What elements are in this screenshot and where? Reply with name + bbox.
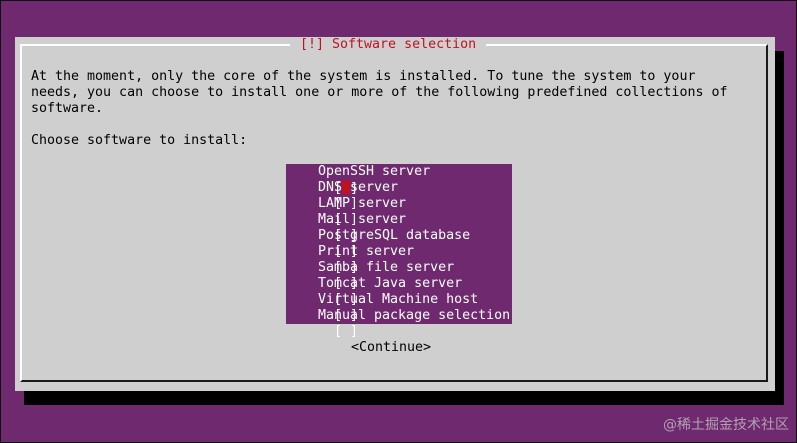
list-item-manual-package-selection[interactable]: [ ] Manual package selection <box>286 308 510 339</box>
list-item-postgresql-database[interactable]: [ ] PostgreSQL database <box>286 228 470 259</box>
continue-button[interactable]: <Continue> <box>351 340 431 356</box>
list-item-tomcat-java-server[interactable]: [ ] Tomcat Java server <box>286 276 462 307</box>
list-item-openssh-server[interactable]: [] OpenSSH server <box>286 164 430 196</box>
list-item-samba-file-server[interactable]: [ ] Samba file server <box>286 260 454 291</box>
list-item-mail-server[interactable]: [ ] Mail server <box>286 212 406 243</box>
dialog-title: [!] Software selection <box>290 37 487 53</box>
list-item-label: Manual package selection <box>318 308 511 323</box>
watermark: @稀土掘金技术社区 <box>663 417 789 433</box>
checkbox[interactable]: [ ] <box>334 324 358 340</box>
list-item-dns-server[interactable]: [ ] DNS server <box>286 180 398 211</box>
list-item-label: OpenSSH server <box>318 164 431 179</box>
choose-software-prompt: Choose software to install: <box>31 133 248 148</box>
list-item-label: Samba file server <box>318 260 455 275</box>
list-item-print-server[interactable]: [ ] Print server <box>286 244 414 275</box>
list-item-label: Print server <box>318 244 415 259</box>
list-item-label: LAMP server <box>318 196 407 211</box>
description-line-1: At the moment, only the core of the syst… <box>31 69 696 84</box>
list-item-virtual-machine-host[interactable]: [ ] Virtual Machine host <box>286 292 478 323</box>
list-item-label: Tomcat Java server <box>318 276 463 291</box>
list-item-label: Mail server <box>318 212 407 227</box>
list-item-label: DNS server <box>318 180 399 195</box>
list-item-lamp-server[interactable]: [ ] LAMP server <box>286 196 406 227</box>
description-line-3: software. <box>31 101 104 116</box>
list-item-label: Virtual Machine host <box>318 292 479 307</box>
software-selection-dialog: [!] Software selection At the moment, on… <box>15 37 775 391</box>
software-list: [] OpenSSH server [ ] DNS server [ ] LAMP s… <box>286 164 512 339</box>
description-line-2: needs, you can choose to install one or … <box>31 85 728 100</box>
list-item-label: PostgreSQL database <box>318 228 471 243</box>
